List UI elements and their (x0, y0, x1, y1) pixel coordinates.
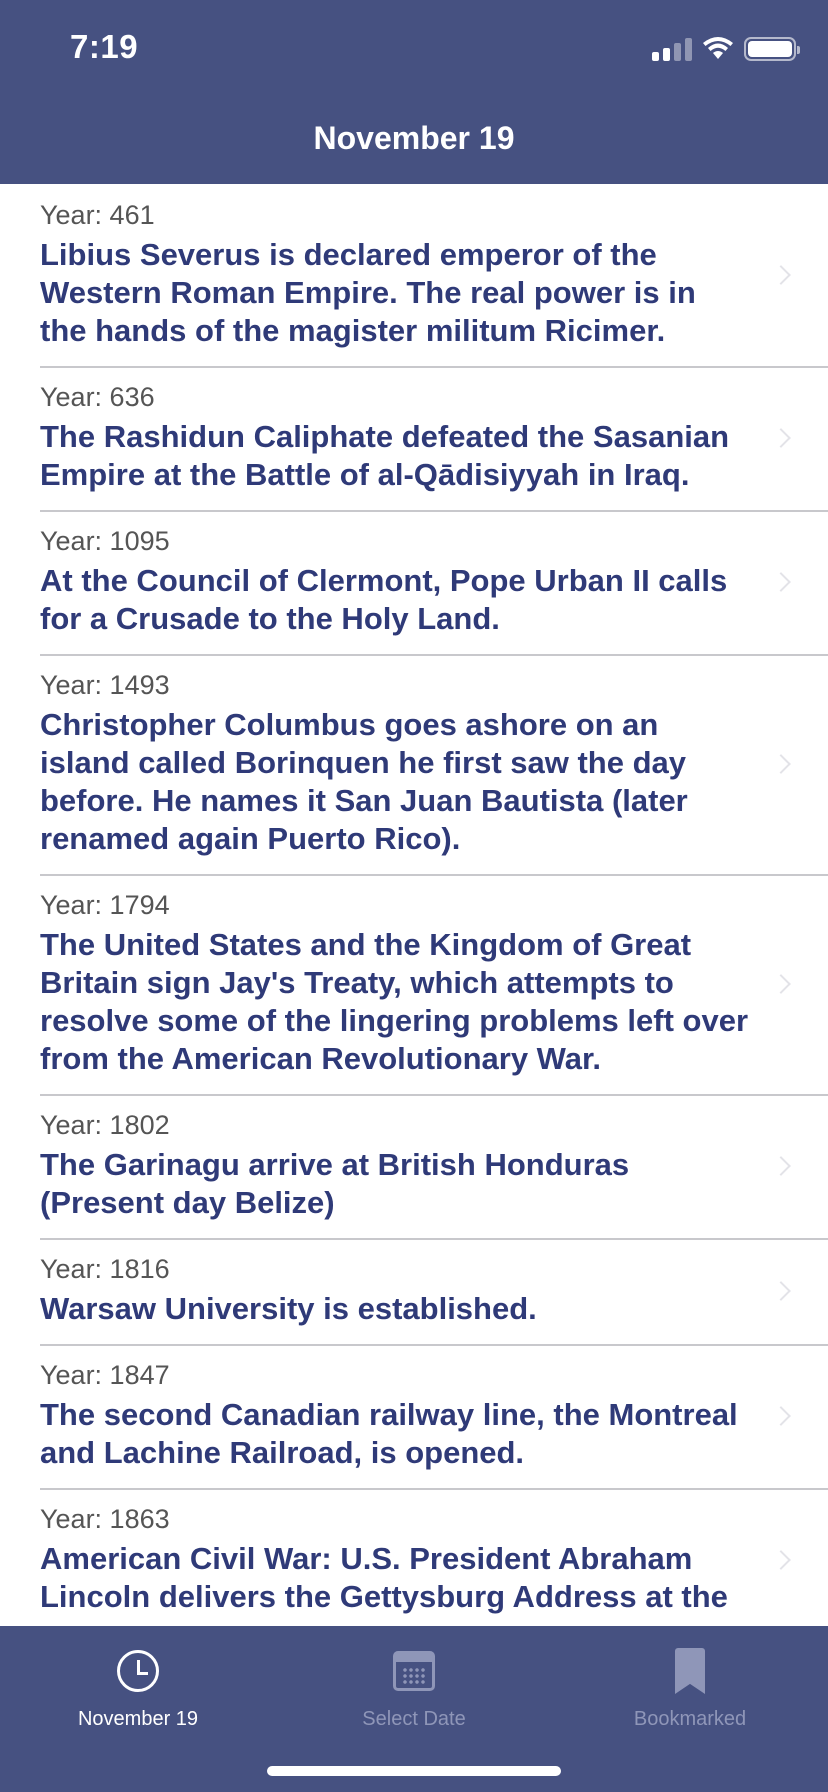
event-row[interactable]: Year: 1794 The United States and the Kin… (0, 874, 828, 1096)
bookmark-icon (675, 1648, 705, 1694)
tab-label: Bookmarked (633, 1708, 747, 1730)
tab-bar: November 19 Select Date Bookmarked (0, 1626, 828, 1792)
event-text: Libius Severus is declared emperor of th… (40, 237, 696, 348)
chevron-right-icon (771, 428, 791, 448)
event-row[interactable]: Year: 1802 The Garinagu arrive at Britis… (0, 1094, 828, 1240)
event-text: The United States and the Kingdom of Gre… (40, 927, 749, 1076)
chevron-right-icon (771, 265, 791, 285)
event-row[interactable]: Year: 636 The Rashidun Caliphate defeate… (0, 366, 828, 512)
event-text: The Rashidun Caliphate defeated the Sasa… (40, 419, 730, 492)
calendar-icon (393, 1651, 435, 1691)
clock-icon (117, 1650, 159, 1692)
event-year: Year: 461 (40, 200, 155, 230)
chevron-right-icon (771, 974, 791, 994)
event-text: American Civil War: U.S. President Abrah… (40, 1541, 728, 1614)
tab-label: November 19 (77, 1708, 199, 1730)
home-indicator[interactable] (267, 1766, 561, 1776)
events-list[interactable]: Year: 461 Libius Severus is declared emp… (0, 184, 828, 1626)
event-year: Year: 1847 (40, 1360, 170, 1390)
chevron-right-icon (771, 1550, 791, 1570)
cellular-signal-icon (652, 37, 692, 61)
event-text: At the Council of Clermont, Pope Urban I… (40, 563, 728, 636)
event-text: Warsaw University is established. (40, 1291, 537, 1326)
event-row[interactable]: Year: 1493 Christopher Columbus goes ash… (0, 654, 828, 876)
event-row[interactable]: Year: 1095 At the Council of Clermont, P… (0, 510, 828, 656)
chevron-right-icon (771, 1406, 791, 1426)
event-row[interactable]: Year: 1816 Warsaw University is establis… (0, 1238, 828, 1346)
event-text: Christopher Columbus goes ashore on an i… (40, 707, 688, 856)
tab-label: Select Date (362, 1708, 466, 1730)
event-year: Year: 1095 (40, 526, 170, 556)
navigation-header: 7:19 November 19 (0, 0, 828, 184)
battery-icon (744, 37, 800, 61)
chevron-right-icon (771, 1156, 791, 1176)
tab-november-19[interactable]: November 19 (0, 1646, 276, 1731)
event-year: Year: 1863 (40, 1504, 170, 1534)
event-year: Year: 1816 (40, 1254, 170, 1284)
event-text: The second Canadian railway line, the Mo… (40, 1397, 738, 1470)
event-year: Year: 636 (40, 382, 155, 412)
event-year: Year: 1794 (40, 890, 170, 920)
tab-bookmarked[interactable]: Bookmarked (552, 1646, 828, 1731)
page-title: November 19 (313, 120, 515, 156)
event-row[interactable]: Year: 1863 American Civil War: U.S. Pres… (0, 1488, 828, 1626)
chevron-right-icon (771, 754, 791, 774)
chevron-right-icon (771, 1281, 791, 1301)
event-year: Year: 1802 (40, 1110, 170, 1140)
status-icons (652, 36, 800, 62)
tab-select-date[interactable]: Select Date (276, 1646, 552, 1731)
event-row[interactable]: Year: 461 Libius Severus is declared emp… (0, 184, 828, 368)
event-row[interactable]: Year: 1847 The second Canadian railway l… (0, 1344, 828, 1490)
event-text: The Garinagu arrive at British Honduras … (40, 1147, 630, 1220)
status-time: 7:19 (70, 28, 139, 65)
event-year: Year: 1493 (40, 670, 170, 700)
chevron-right-icon (771, 572, 791, 592)
wifi-icon (703, 37, 733, 59)
